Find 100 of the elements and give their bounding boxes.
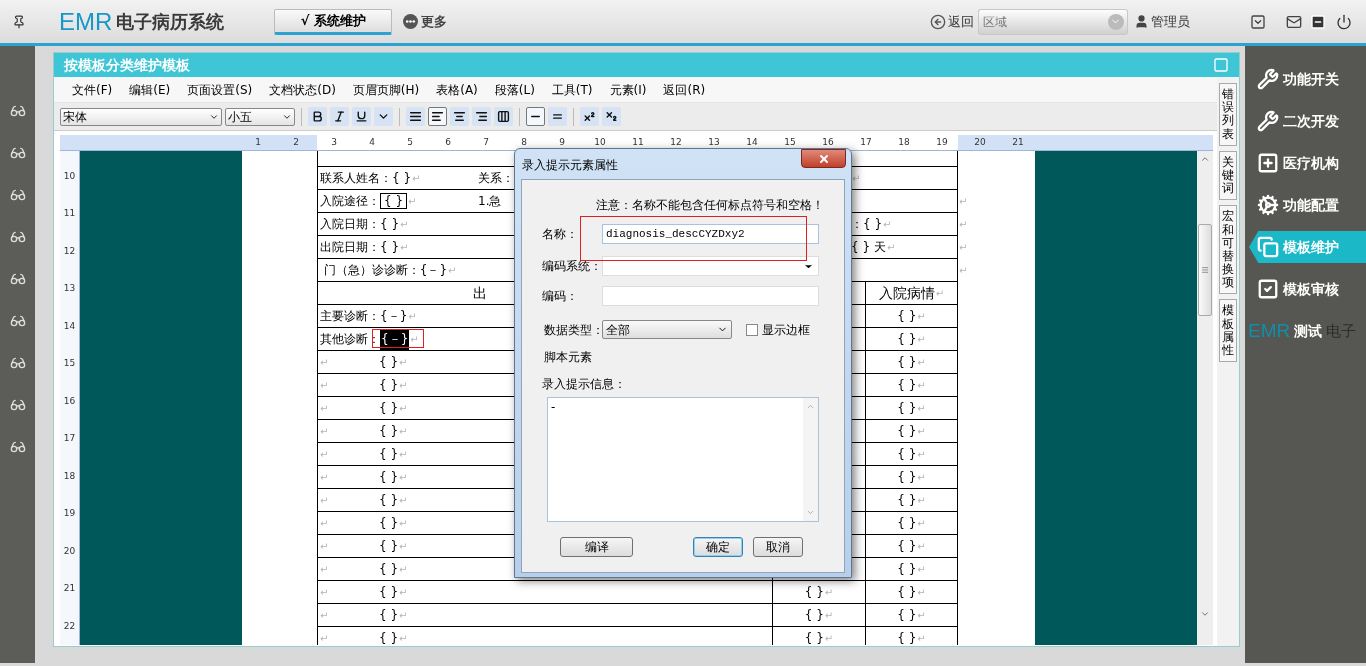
cell-text: { } — [379, 354, 399, 371]
back-button[interactable]: 返回 — [930, 11, 974, 32]
side-tab[interactable]: 模板属性 — [1219, 299, 1237, 363]
align-justify-button[interactable] — [406, 107, 425, 126]
side-tab[interactable]: 错误列表 — [1219, 83, 1237, 146]
menu-item[interactable]: 文件(F) — [72, 80, 113, 99]
checkbox-label: 显示边框 — [762, 321, 810, 339]
ruler-number: 14 — [63, 319, 76, 333]
paragraph-mark: ↵ — [917, 378, 926, 393]
nav-tab[interactable]: √ 系统维护 — [274, 8, 393, 35]
menu-item[interactable]: 页眉页脚(H) — [352, 80, 420, 99]
bold-button[interactable] — [308, 107, 327, 126]
ruler-number: 10 — [63, 170, 76, 183]
ruler-number: 19 — [63, 507, 76, 521]
side-tab[interactable]: 宏和可替换项 — [1219, 205, 1237, 295]
user-name[interactable]: 管理员 — [1151, 11, 1190, 32]
sidebar-item[interactable]: 二次开发 — [1245, 105, 1366, 137]
glasses-icon[interactable] — [9, 103, 26, 119]
glasses-icon[interactable] — [9, 187, 26, 203]
size-select[interactable]: 小五 — [225, 107, 295, 126]
glasses-icon[interactable] — [9, 313, 26, 329]
paragraph-mark: ↵ — [408, 194, 417, 209]
paragraph-mark: ↵ — [917, 585, 926, 600]
line-button[interactable] — [526, 107, 545, 126]
paragraph-mark: ↵ — [399, 493, 408, 508]
mail-icon[interactable] — [1286, 13, 1302, 30]
minimize-icon[interactable] — [1310, 13, 1326, 30]
align-right-button[interactable] — [472, 107, 491, 126]
boxed-field[interactable]: { } — [380, 193, 408, 209]
cell-text: { } — [379, 423, 399, 440]
columns-icon — [497, 110, 510, 123]
glasses-icon[interactable] — [9, 397, 26, 413]
pin-icon[interactable] — [12, 14, 26, 29]
paragraph-mark: ↵ — [824, 608, 834, 623]
subscript-button[interactable] — [602, 107, 621, 126]
cell-text: 出院日期：{ } — [320, 239, 400, 256]
dialog-button[interactable]: 确定 — [693, 537, 743, 557]
power-icon[interactable] — [1336, 13, 1352, 30]
align-left-button[interactable] — [428, 107, 447, 126]
menu-item[interactable]: 段落(L) — [494, 80, 535, 99]
columns-button[interactable] — [494, 107, 513, 126]
menu-item[interactable]: 表格(A) — [436, 80, 478, 99]
glasses-icon[interactable] — [9, 145, 26, 161]
menu-item[interactable]: 工具(T) — [551, 80, 593, 99]
ruler-number: 18 — [63, 469, 76, 483]
sidebar-item[interactable]: 医疗机构 — [1245, 147, 1366, 179]
paragraph-mark: ↵ — [917, 539, 926, 554]
glasses-icon[interactable] — [9, 439, 26, 455]
element-field[interactable]: {－} — [380, 328, 410, 350]
scrollbar[interactable] — [1197, 151, 1213, 645]
paragraph-mark: ↵ — [399, 516, 408, 531]
paragraph-mark: ↵ — [917, 447, 926, 462]
align-right-icon — [475, 110, 488, 123]
glasses-icon[interactable] — [9, 271, 26, 287]
scroll-thumb[interactable] — [1198, 224, 1212, 316]
sidebar-item[interactable]: 功能开关 — [1245, 63, 1366, 95]
notice-text: 注意：名称不能包含任何标点符号和空格！ — [596, 197, 825, 212]
data-type-select[interactable]: 全部 — [602, 320, 732, 339]
italic-button[interactable] — [330, 107, 349, 126]
sidebar-item[interactable]: 功能配置 — [1245, 189, 1366, 221]
dialog-button[interactable]: 取消 — [753, 537, 803, 557]
code-system-select[interactable] — [602, 256, 819, 276]
underline-button[interactable] — [352, 107, 371, 126]
glasses-icon[interactable] — [9, 229, 26, 245]
scroll-up-icon[interactable] — [1200, 154, 1210, 164]
scroll-down-icon[interactable] — [1200, 609, 1210, 619]
ruler-number: 6 — [444, 135, 452, 149]
ruler-number: 21 — [1011, 135, 1025, 149]
plus-square-icon — [1257, 152, 1279, 174]
menu-item[interactable]: 页面设置(S) — [187, 80, 253, 99]
align-center-button[interactable] — [450, 107, 469, 126]
name-field[interactable]: diagnosis_descCYZDxy2 — [602, 224, 819, 244]
side-tab[interactable]: 关键词 — [1219, 150, 1237, 201]
double-line-button[interactable] — [548, 107, 567, 126]
paragraph-mark: ↵ — [917, 332, 926, 347]
ruler-number: 21 — [63, 582, 76, 596]
paragraph-mark: ↵ — [917, 309, 926, 324]
nav-tab[interactable]: 更多 — [402, 8, 449, 35]
ruler-number: 20 — [973, 135, 987, 149]
menu-item[interactable]: 编辑(E) — [129, 80, 171, 99]
sidebar-item[interactable]: 模板审核 — [1245, 273, 1366, 305]
code-field[interactable] — [602, 286, 819, 306]
paragraph-mark: ↵ — [852, 171, 861, 186]
menu-item[interactable]: 元素(I) — [609, 80, 647, 99]
dialog-button[interactable]: 编译 — [560, 537, 633, 557]
caret-button[interactable] — [374, 107, 393, 126]
paragraph-mark: ↵ — [399, 608, 408, 623]
superscript-button[interactable] — [580, 107, 599, 126]
glasses-icon[interactable] — [9, 355, 26, 371]
align-left-icon — [431, 110, 444, 123]
menu-item[interactable]: 文档状态(D) — [269, 80, 336, 99]
close-button[interactable] — [801, 149, 846, 168]
cell-text: { } — [897, 561, 917, 578]
menu-item[interactable]: 返回(R) — [663, 80, 706, 99]
checkbox[interactable] — [746, 323, 758, 336]
dropdown-icon[interactable] — [1250, 13, 1266, 30]
ruler-number: 2 — [292, 135, 300, 149]
font-select[interactable]: 宋体 — [60, 107, 222, 126]
align-center-icon — [453, 110, 466, 123]
paragraph-mark: ↵ — [959, 241, 968, 255]
